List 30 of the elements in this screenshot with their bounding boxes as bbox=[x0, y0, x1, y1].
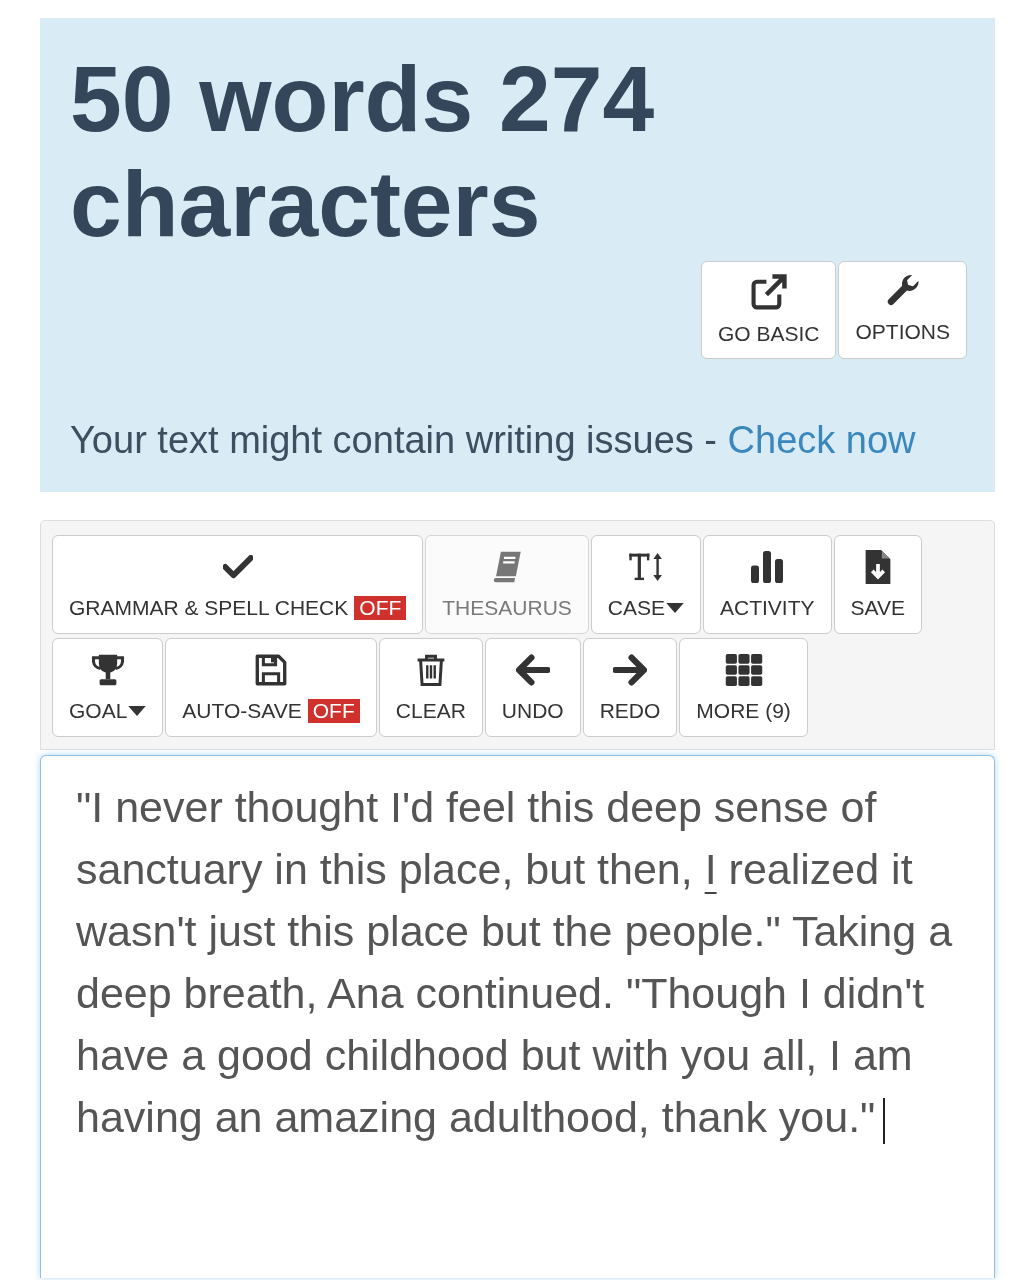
toolbar-button[interactable]: REDO bbox=[582, 638, 678, 737]
toolbar-button[interactable]: CASE bbox=[590, 535, 701, 634]
toolbar-button[interactable]: GOAL bbox=[52, 638, 164, 737]
check-icon bbox=[222, 555, 253, 579]
text-editor-field[interactable] bbox=[40, 755, 995, 1278]
status-badge: OFF bbox=[307, 699, 360, 723]
toolbar-button[interactable]: GRAMMAR & SPELL CHECK OFF bbox=[52, 535, 424, 634]
toolbar-button[interactable]: OPTIONS bbox=[838, 261, 967, 359]
external-link-icon bbox=[750, 274, 787, 310]
toolbar-button[interactable]: GO BASIC bbox=[700, 261, 837, 359]
word-count-heading: 50 words 274 characters bbox=[70, 47, 656, 257]
toolbar-button[interactable]: CLEAR bbox=[378, 638, 483, 737]
toolbar-button[interactable]: ACTIVITY bbox=[703, 535, 832, 634]
grid-icon bbox=[724, 654, 763, 686]
status-badge: OFF bbox=[354, 596, 407, 620]
toolbar-button[interactable]: MORE (9) bbox=[679, 638, 808, 737]
writing-issues-notice: Your text might contain writing issues - Check now bbox=[70, 418, 917, 463]
text-height-icon bbox=[627, 551, 664, 583]
file-download-icon bbox=[863, 550, 892, 584]
toolbar-button[interactable]: SAVE bbox=[833, 535, 922, 634]
arrow-right-icon bbox=[613, 654, 647, 686]
trash-icon bbox=[415, 654, 446, 686]
book-icon bbox=[492, 551, 523, 583]
arrow-left-icon bbox=[515, 654, 550, 686]
bar-chart-icon bbox=[751, 551, 784, 583]
wrench-icon bbox=[885, 274, 920, 308]
toolbar-button[interactable]: UNDO bbox=[484, 638, 581, 737]
trophy-icon bbox=[90, 654, 125, 686]
toolbar-button[interactable]: AUTO-SAVE OFF bbox=[165, 638, 377, 737]
editor-text: "I never thought I'd feel this deep sense of sanctuary in this place, but then, I realized it wasn't just this place but the people." Taking a deep breath, Ana continued. "Though I didn't have a good childhood but with you all, I am having an amazing adulthood, thank you." bbox=[76, 783, 953, 1141]
